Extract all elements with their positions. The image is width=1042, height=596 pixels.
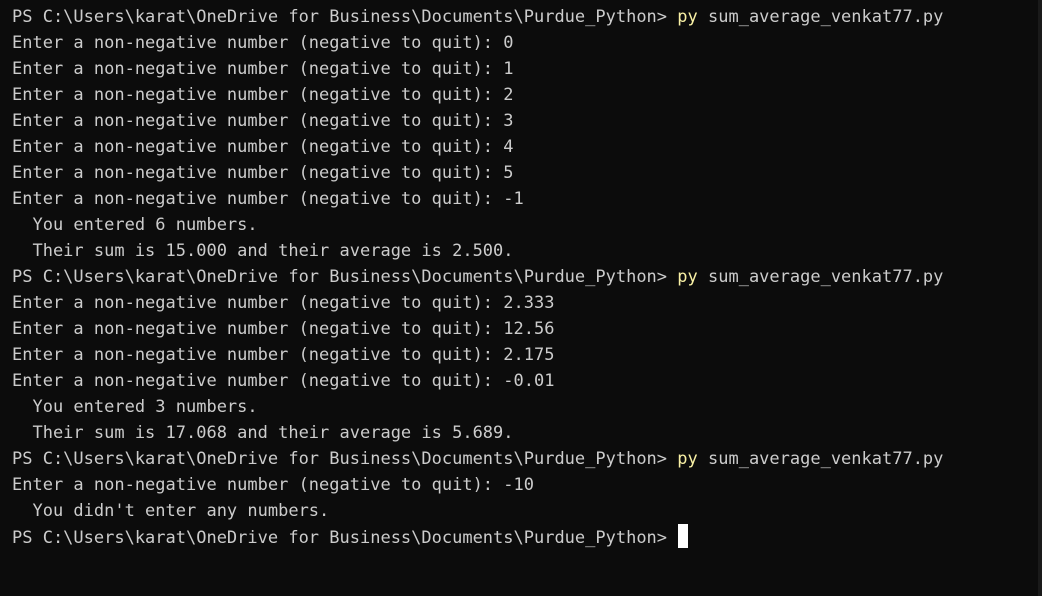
- terminal-window[interactable]: PS C:\Users\karat\OneDrive for Business\…: [0, 0, 1042, 596]
- output-line: Enter a non-negative number (negative to…: [12, 85, 514, 105]
- command-name: py: [677, 449, 698, 469]
- current-prompt: PS C:\Users\karat\OneDrive for Business\…: [12, 528, 678, 548]
- command-args: sum_average_venkat77.py: [697, 7, 944, 27]
- prompt-line: PS C:\Users\karat\OneDrive for Business\…: [12, 446, 1042, 472]
- output-line: Enter a non-negative number (negative to…: [12, 345, 555, 365]
- output-line: Enter a non-negative number (negative to…: [12, 137, 514, 157]
- output-line: Enter a non-negative number (negative to…: [12, 371, 555, 391]
- output-line: Their sum is 17.068 and their average is…: [12, 423, 514, 443]
- output-line: Enter a non-negative number (negative to…: [12, 163, 514, 183]
- text-cursor: [678, 524, 689, 548]
- output-line: Enter a non-negative number (negative to…: [12, 59, 514, 79]
- terminal-output: PS C:\Users\karat\OneDrive for Business\…: [12, 4, 1042, 524]
- scrollbar-track[interactable]: [1038, 0, 1042, 596]
- prompt-path: PS C:\Users\karat\OneDrive for Business\…: [12, 267, 678, 287]
- output-line: You didn't enter any numbers.: [12, 501, 330, 521]
- command-args: sum_average_venkat77.py: [697, 449, 944, 469]
- output-line: You entered 6 numbers.: [12, 215, 258, 235]
- output-line: You entered 3 numbers.: [12, 397, 258, 417]
- output-line: Enter a non-negative number (negative to…: [12, 111, 514, 131]
- output-line: Their sum is 15.000 and their average is…: [12, 241, 514, 261]
- prompt-line: PS C:\Users\karat\OneDrive for Business\…: [12, 264, 1042, 290]
- output-line: Enter a non-negative number (negative to…: [12, 293, 555, 313]
- command-args: sum_average_venkat77.py: [697, 267, 944, 287]
- output-line: Enter a non-negative number (negative to…: [12, 319, 555, 339]
- output-line: Enter a non-negative number (negative to…: [12, 189, 524, 209]
- prompt-path: PS C:\Users\karat\OneDrive for Business\…: [12, 7, 678, 27]
- current-prompt-line[interactable]: PS C:\Users\karat\OneDrive for Business\…: [12, 524, 1042, 550]
- prompt-line: PS C:\Users\karat\OneDrive for Business\…: [12, 4, 1042, 30]
- prompt-path: PS C:\Users\karat\OneDrive for Business\…: [12, 449, 678, 469]
- command-name: py: [677, 7, 698, 27]
- command-name: py: [677, 267, 698, 287]
- output-line: Enter a non-negative number (negative to…: [12, 33, 514, 53]
- output-line: Enter a non-negative number (negative to…: [12, 475, 534, 495]
